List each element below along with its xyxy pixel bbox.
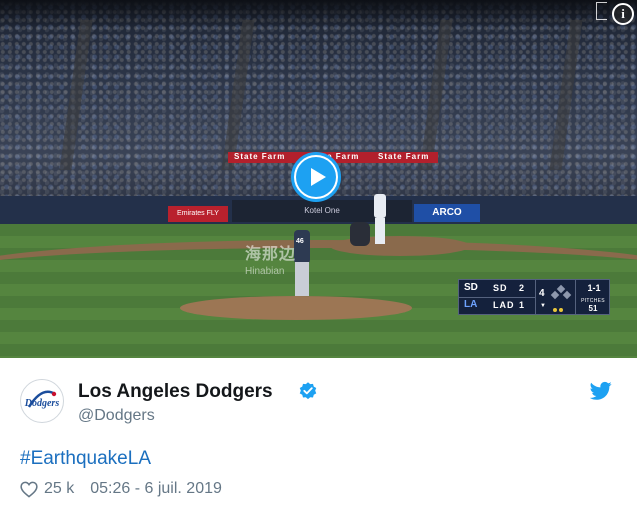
dodgers-logo-icon: Dodgers	[22, 381, 62, 421]
info-icon[interactable]: i	[612, 3, 634, 25]
catcher	[350, 222, 370, 246]
scorebug: SD SD 2 LA LAD 1 4 ▼ 1-1 PITCHES 51	[458, 279, 610, 315]
video-player[interactable]: State Farm State Farm State Farm Emirate…	[0, 0, 637, 358]
pitcher-number: 46	[296, 238, 304, 245]
bases-icon	[550, 284, 572, 300]
ad-board-left: Emirates FLY BETTER	[168, 206, 228, 233]
pitch-count: 51	[588, 304, 598, 313]
like-count[interactable]: 25 k	[44, 480, 74, 498]
scorebug-home-row: LA LAD 1	[464, 299, 525, 310]
timestamp[interactable]: 05:26 - 6 juil. 2019	[90, 480, 222, 498]
inning-half: ▼	[540, 303, 546, 309]
pitchers-mound	[180, 296, 412, 320]
svg-text:Dodgers: Dodgers	[24, 398, 60, 409]
verified-badge-icon	[299, 382, 317, 400]
inning: 4	[539, 288, 545, 299]
ad-board-right: ARCO	[414, 204, 480, 222]
outs-indicator	[553, 304, 575, 312]
handle[interactable]: @Dodgers	[78, 407, 155, 425]
avatar[interactable]: Dodgers	[20, 379, 64, 423]
scorebug-away-row: SD SD 2	[459, 280, 535, 298]
display-name[interactable]: Los Angeles Dodgers	[78, 381, 273, 403]
play-icon	[296, 157, 336, 197]
hashtag-link[interactable]: #EarthquakeLA	[20, 448, 151, 470]
twitter-bird-icon[interactable]	[590, 381, 612, 401]
tweet-meta: 25 k 05:26 - 6 juil. 2019	[20, 480, 222, 498]
ball-strike-count: 1-1	[587, 283, 601, 293]
tweet-body: Dodgers Los Angeles Dodgers @Dodgers #Ea…	[0, 358, 637, 513]
batter	[372, 188, 388, 246]
tweet-card: State Farm State Farm State Farm Emirate…	[0, 0, 637, 513]
watermark: 海那边 Hinabian	[245, 246, 297, 277]
heart-icon[interactable]	[20, 481, 38, 498]
dodgers-logo-icon: LA	[464, 299, 478, 310]
padres-logo-icon: SD	[464, 282, 478, 293]
play-button[interactable]	[291, 152, 341, 202]
